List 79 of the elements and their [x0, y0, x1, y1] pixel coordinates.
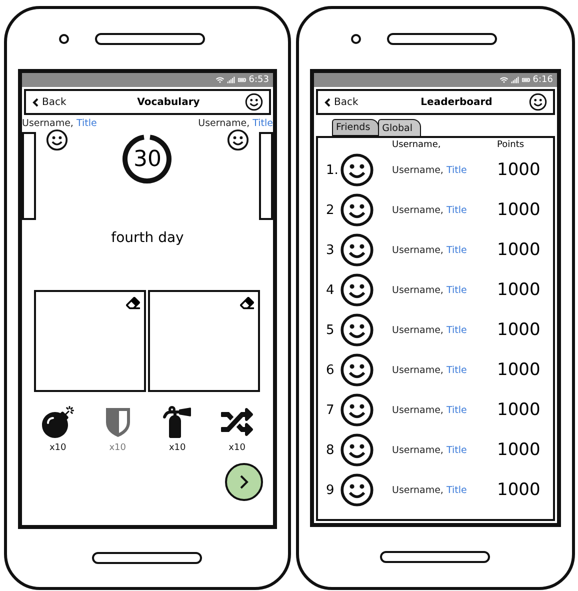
- wifi-icon: [216, 76, 224, 84]
- points-value: 1000: [497, 360, 542, 380]
- rank-number: 9: [324, 482, 336, 498]
- fire-extinguisher-icon: [161, 406, 194, 438]
- smiley-icon: [340, 353, 374, 387]
- rank-number: 5: [324, 322, 336, 338]
- points-value: 1000: [497, 400, 542, 420]
- signal-icon: [510, 76, 519, 84]
- points-value: 1000: [497, 320, 542, 340]
- points-value: 1000: [497, 200, 542, 220]
- chevron-left-icon: [324, 98, 331, 106]
- next-button[interactable]: [224, 463, 263, 501]
- player-name: Username, Title: [392, 484, 468, 496]
- day-label: fourth day: [111, 230, 184, 246]
- points-value: 1000: [497, 160, 542, 180]
- rank-number: 6: [324, 362, 336, 378]
- timer-text: 30: [133, 146, 162, 172]
- points-value: 1000: [497, 280, 542, 300]
- player-name: Username, Title: [392, 164, 468, 176]
- player-name: Username, Title: [392, 404, 468, 416]
- smiley-icon: [340, 393, 374, 427]
- powerup-count: x10: [168, 443, 186, 453]
- smiley-icon: [340, 433, 374, 467]
- smiley-icon: [244, 93, 263, 111]
- signal-icon: [226, 76, 235, 84]
- tab[interactable]: Global: [378, 119, 422, 136]
- chevron-right-icon: [238, 475, 249, 489]
- status-time: 6:16: [532, 75, 553, 85]
- wifi-icon: [500, 76, 508, 84]
- eraser-icon[interactable]: [240, 296, 254, 310]
- points-value: 1000: [497, 480, 542, 500]
- player-name: Username, Title: [392, 444, 468, 456]
- camera-icon: [350, 34, 361, 44]
- rank-number: 2: [324, 202, 336, 218]
- points-value: 1000: [497, 440, 542, 460]
- eraser-icon[interactable]: [126, 296, 140, 310]
- smiley-icon: [529, 93, 547, 111]
- smiley-icon: [340, 473, 374, 507]
- player-name: Username, Title: [392, 244, 468, 256]
- chevron-left-icon: [32, 98, 39, 106]
- smiley-icon: [340, 193, 374, 227]
- smiley-icon: [340, 313, 374, 347]
- powerup-count: x10: [109, 443, 126, 453]
- player-name: Username, Title: [392, 364, 468, 376]
- player-name: Username, Title: [392, 204, 468, 216]
- battery-icon: [522, 76, 530, 84]
- smiley-icon: [340, 233, 374, 267]
- bomb-icon: [42, 406, 74, 438]
- rank-number: 4: [324, 282, 336, 298]
- smiley-icon: [340, 153, 374, 187]
- points-value: 1000: [497, 240, 542, 260]
- player-name: Username, Title: [392, 324, 468, 336]
- shuffle-icon: [221, 406, 254, 438]
- camera-icon: [59, 34, 69, 44]
- rank-number: 7: [324, 402, 336, 418]
- screen-title: Leaderboard: [420, 96, 494, 108]
- rank-number: 8: [324, 442, 336, 458]
- tab[interactable]: Friends: [332, 119, 380, 136]
- rank-number: 3: [324, 242, 336, 258]
- smiley-icon: [226, 129, 249, 151]
- timer-ring: [121, 133, 174, 185]
- smiley-icon: [340, 273, 374, 307]
- player-name: Username, Title: [22, 118, 97, 129]
- player-name: Username, Title: [392, 284, 468, 296]
- rank-number: 1.: [324, 162, 340, 178]
- back-link[interactable]: Back: [32, 96, 92, 108]
- battery-icon: [238, 76, 246, 84]
- player-name: Username, Title: [198, 118, 273, 129]
- smiley-icon: [46, 129, 68, 151]
- shield-icon: [104, 406, 132, 438]
- column-header: Points: [497, 140, 526, 150]
- powerup-count: x10: [228, 443, 246, 453]
- drawing-card[interactable]: [148, 290, 260, 392]
- column-header: Username,: [392, 140, 442, 150]
- drawing-card[interactable]: [34, 290, 146, 392]
- screen-title: Vocabulary: [136, 96, 201, 108]
- powerup-count: x10: [49, 443, 66, 453]
- status-time: 6:53: [248, 75, 269, 85]
- back-link[interactable]: Back: [324, 96, 384, 108]
